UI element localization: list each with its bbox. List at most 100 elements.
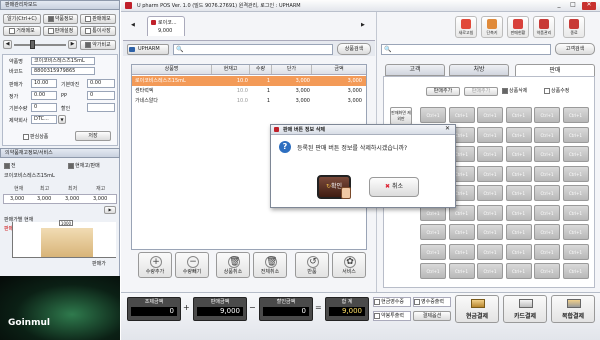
sales-tile[interactable]: Ctrl+1	[505, 224, 532, 240]
return-button[interactable]: ↺ 반품	[295, 252, 329, 278]
sales-tile[interactable]: Ctrl+1	[420, 263, 446, 279]
close-button[interactable]: ✕	[582, 2, 596, 10]
barcode-input[interactable]: 8800315979865	[31, 67, 95, 75]
sales-tile[interactable]: Ctrl+1	[505, 204, 532, 221]
cash-receipt-check[interactable]: 현금영수증	[373, 297, 411, 307]
sales-tile[interactable]: Ctrl+1	[505, 185, 532, 201]
trade-memo-button[interactable]: 거래메모	[3, 26, 41, 36]
sales-tile[interactable]: Ctrl+1	[477, 126, 503, 143]
sales-tile[interactable]: Ctrl+1	[477, 107, 503, 123]
stock-all-check[interactable]: 전	[4, 162, 16, 169]
sales-tile[interactable]: Ctrl+1	[477, 243, 503, 260]
product-search-input[interactable]: 🔍	[173, 44, 333, 55]
sales-settings-button[interactable]: 판매설정	[43, 26, 78, 36]
list-price-input[interactable]: 0.00	[31, 91, 57, 100]
sales-tile[interactable]: Ctrl+1	[477, 263, 503, 279]
drug-name-input[interactable]: 코이코비스레스즈15mL	[31, 57, 95, 65]
tab-prescription[interactable]: 처방	[449, 64, 509, 76]
sales-tile[interactable]: Ctrl+1	[534, 224, 560, 240]
base-margin-input[interactable]: 0.00	[87, 79, 115, 88]
slider-left-arrow[interactable]: ◀	[3, 40, 12, 49]
tab-customer[interactable]: 고객	[385, 64, 445, 76]
sales-tile[interactable]: Ctrl+1	[562, 224, 589, 240]
sales-tile[interactable]: Ctrl+1	[534, 243, 560, 260]
maker-dropdown-icon[interactable]: ▼	[58, 115, 66, 124]
toolbar-sales-status[interactable]: 판매현황	[507, 16, 529, 38]
sales-tile[interactable]: Ctrl+1	[562, 126, 589, 143]
sales-tile[interactable]: Ctrl+1	[562, 204, 589, 221]
discount-input[interactable]	[87, 103, 115, 112]
sales-memo-button[interactable]: 판매메모	[80, 14, 116, 24]
sales-tile[interactable]: Ctrl+1	[505, 146, 532, 162]
payment-options-button[interactable]: 결제옵션	[413, 311, 451, 321]
product-search-button[interactable]: 상품검색	[337, 43, 371, 55]
delete-item-check[interactable]: 상품삭제	[502, 87, 527, 95]
sales-tile[interactable]: Ctrl+1	[505, 126, 532, 143]
sales-tile[interactable]: Ctrl+1	[477, 165, 503, 182]
price-compare-button[interactable]: 약가비교	[80, 40, 116, 50]
stock-sales-check[interactable]: 현재고/판매	[68, 162, 100, 169]
cash-pay-button[interactable]: 현금결제	[455, 295, 499, 323]
mixed-pay-button[interactable]: 복합결제	[551, 295, 595, 323]
edit-item-check[interactable]: 상품수정	[544, 87, 569, 95]
sales-tile[interactable]: Ctrl+1	[505, 165, 532, 182]
cancel-all-button[interactable]: 🗑 전체취소	[253, 252, 287, 278]
customer-search-input[interactable]: 🔍	[381, 44, 551, 55]
cancel-item-button[interactable]: 🗑 상품취소	[216, 252, 250, 278]
sales-tile[interactable]: Ctrl+1	[562, 263, 589, 279]
tab-scroll-right[interactable]: ▶	[361, 22, 365, 28]
sales-tile[interactable]: Ctrl+1	[477, 224, 503, 240]
drug-info-button[interactable]: 약품정보	[43, 14, 78, 24]
sales-tile[interactable]: Ctrl+1	[477, 185, 503, 201]
slider-track[interactable]	[14, 44, 66, 46]
sales-tile[interactable]: Ctrl+1	[420, 224, 446, 240]
sales-tab[interactable]: 로이코... 9,000	[147, 16, 185, 36]
base-qty-input[interactable]: 0	[31, 103, 57, 112]
sales-exclude-button[interactable]: 판매화면 제외판	[390, 107, 412, 125]
interest-item-check[interactable]: 판심상품	[23, 133, 48, 140]
service-button[interactable]: ✿ 서비스	[332, 252, 366, 278]
qty-add-button[interactable]: + 수량추가	[138, 252, 172, 278]
pp-input[interactable]: 0	[87, 91, 115, 100]
table-row[interactable]: 로이코비스레스즈15mL 10.0 1 3,000 3,000	[132, 76, 366, 86]
sales-tile[interactable]: Ctrl+1	[534, 204, 560, 221]
cancel-button[interactable]: ✖ 취소	[369, 177, 419, 197]
sale-price-input[interactable]: 10.00	[31, 79, 57, 88]
sales-tile[interactable]: Ctrl+1	[448, 263, 475, 279]
sales-tile[interactable]: Ctrl+1	[448, 243, 475, 260]
save-button[interactable]: 저장	[75, 131, 111, 141]
sales-tile[interactable]: Ctrl+1	[562, 243, 589, 260]
toolbar-drug-manage[interactable]: 약품관리	[533, 16, 555, 38]
sales-tile[interactable]: Ctrl+1	[534, 165, 560, 182]
sales-tile[interactable]: Ctrl+1	[505, 263, 532, 279]
table-row[interactable]: 가네스알다 10.0 1 3,000 3,000	[132, 96, 366, 106]
notice-button[interactable]: 통이사장	[80, 26, 116, 36]
slider-thumb[interactable]	[30, 40, 35, 49]
dialog-close-icon[interactable]: ✕	[445, 125, 450, 132]
sales-tile[interactable]: Ctrl+1	[477, 146, 503, 162]
envelope-print-check[interactable]: 약봉투출력	[373, 311, 411, 321]
sales-add-button[interactable]: 판매추가	[426, 87, 460, 96]
sales-tile[interactable]: Ctrl+1	[534, 146, 560, 162]
stock-action-button[interactable]: ▶	[104, 206, 116, 214]
sales-tile[interactable]: Ctrl+1	[562, 185, 589, 201]
sales-tile[interactable]: Ctrl+1	[562, 107, 589, 123]
maker-select[interactable]: DTC...	[31, 115, 57, 124]
sales-add-button-2[interactable]: 판매추가	[464, 87, 498, 96]
minimize-button[interactable]: _	[553, 2, 565, 10]
sales-tile[interactable]: Ctrl+1	[534, 107, 560, 123]
sales-tile[interactable]: Ctrl+1	[448, 107, 475, 123]
receipt-print-check[interactable]: 영수증출력	[413, 297, 451, 307]
customer-search-button[interactable]: 고객검색	[555, 43, 595, 55]
sales-tile[interactable]: Ctrl+1	[448, 224, 475, 240]
sales-tile[interactable]: Ctrl+1	[505, 107, 532, 123]
sales-tile[interactable]: Ctrl+1	[534, 126, 560, 143]
tab-scroll-left[interactable]: ◀	[131, 22, 135, 28]
sales-tile[interactable]: Ctrl+1	[477, 204, 503, 221]
card-pay-button[interactable]: 카드결제	[503, 295, 547, 323]
sales-tile[interactable]: Ctrl+1	[420, 107, 446, 123]
sales-tile[interactable]: Ctrl+1	[562, 165, 589, 182]
sales-tile[interactable]: Ctrl+1	[420, 243, 446, 260]
toolbar-refresh[interactable]: 새로고침	[455, 16, 477, 38]
sales-tile[interactable]: Ctrl+1	[534, 185, 560, 201]
